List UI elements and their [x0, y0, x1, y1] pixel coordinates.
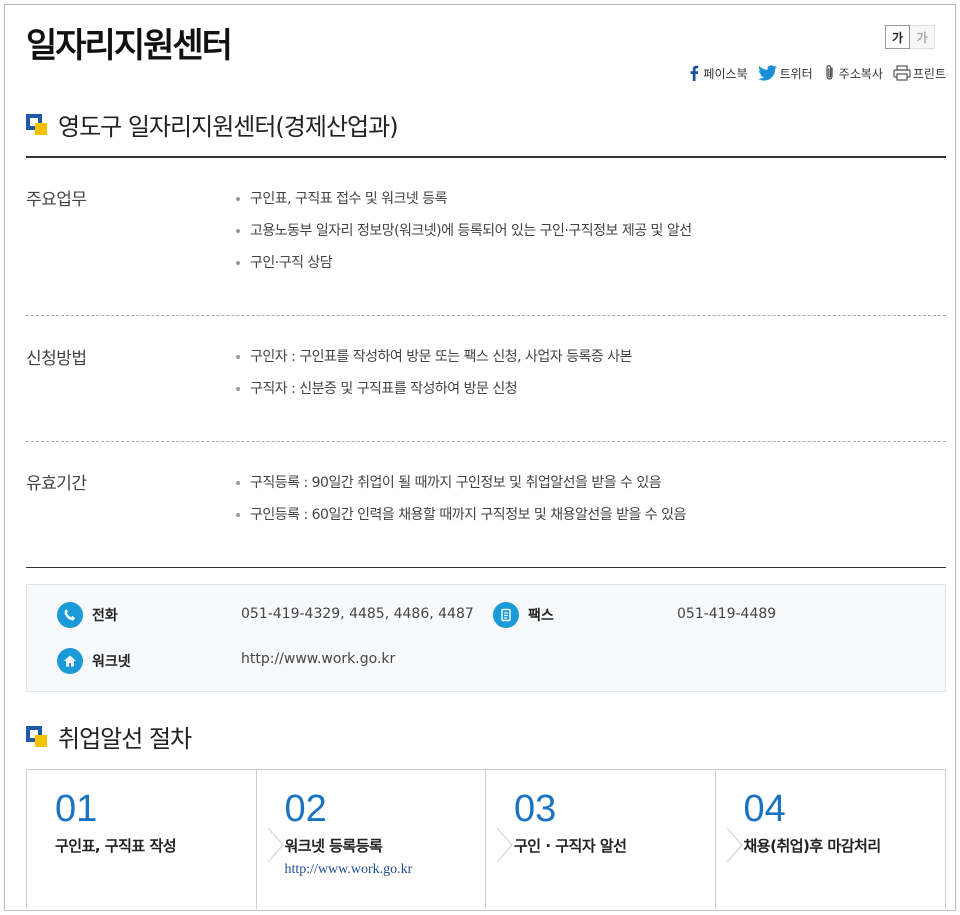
- fax-icon: [493, 602, 519, 628]
- section-marker-icon: [26, 725, 48, 748]
- step-number: 01: [55, 788, 98, 830]
- font-larger-button[interactable]: 가: [885, 25, 910, 49]
- process-step-1: 01 구인표, 구직표 작성: [27, 770, 284, 909]
- step-title: 구인표, 구직표 작성: [55, 837, 177, 855]
- twitter-icon: [757, 65, 777, 81]
- section-title-text: 영도구 일자리지원센터(경제산업과): [58, 113, 399, 141]
- main-duties-list: 구인표, 구직표 접수 및 워크넷 등록 고용노동부 일자리 정보망(워크넷)에…: [232, 187, 692, 283]
- share-bar: 페이스북 트위터 주소복사 프린트: [687, 64, 946, 82]
- share-print[interactable]: 프린트: [893, 65, 946, 82]
- list-item: 구인·구직 상담: [232, 251, 692, 283]
- phone-icon: [57, 602, 83, 628]
- section-marker-icon: [26, 113, 48, 136]
- share-print-label: 프린트: [912, 66, 946, 81]
- share-twitter-label: 트위터: [779, 66, 813, 81]
- validity-list: 구직등록 : 90일간 취업이 될 때까지 구인정보 및 취업알선을 받을 수 …: [232, 471, 686, 535]
- worknet-label: 워크넷: [92, 654, 131, 670]
- phone-value: 051-419-4329, 4485, 4486, 4487: [241, 606, 474, 622]
- step-number: 03: [514, 788, 557, 830]
- section-title-center: 영도구 일자리지원센터(경제산업과): [26, 107, 399, 142]
- share-facebook[interactable]: 페이스북: [687, 65, 748, 82]
- contact-fax: 팩스: [493, 602, 554, 628]
- dashed-divider: [26, 315, 946, 316]
- divider: [26, 567, 946, 568]
- contact-phone: 전화: [57, 602, 118, 628]
- fax-label: 팩스: [528, 608, 554, 624]
- fax-value: 051-419-4489: [677, 606, 777, 622]
- process-step-2: 02 워크넷 등록등록 http://www.work.go.kr: [257, 770, 513, 909]
- row-label-main-duties: 주요업무: [26, 190, 87, 210]
- page-title: 일자리지원센터: [26, 26, 233, 66]
- font-smaller-button[interactable]: 가: [910, 25, 935, 49]
- step-title: 채용(취업)후 마감처리: [743, 837, 882, 855]
- facebook-icon: [691, 65, 699, 81]
- worknet-step-link[interactable]: http://www.work.go.kr: [285, 862, 413, 878]
- step-number: 04: [743, 788, 786, 830]
- share-facebook-label: 페이스북: [703, 66, 748, 81]
- worknet-link[interactable]: http://www.work.go.kr: [241, 651, 395, 667]
- divider: [26, 156, 946, 158]
- step-number: 02: [284, 788, 327, 830]
- list-item: 구인표, 구직표 접수 및 워크넷 등록: [232, 187, 692, 219]
- paperclip-icon: [826, 65, 833, 80]
- row-label-application: 신청방법: [26, 349, 87, 369]
- section-title-text: 취업알선 절차: [58, 725, 192, 753]
- process-step-4: 04 채용(취업)후 마감처리: [716, 770, 946, 909]
- step-title: 워크넷 등록등록: [284, 837, 383, 855]
- share-copy-url[interactable]: 주소복사: [823, 64, 883, 82]
- list-item: 고용노동부 일자리 정보망(워크넷)에 등록되어 있는 구인·구직정보 제공 및…: [232, 219, 692, 251]
- list-item: 구인등록 : 60일간 인력을 채용할 때까지 구직정보 및 채용알선을 받을 …: [232, 503, 686, 535]
- phone-label: 전화: [92, 608, 118, 624]
- step-title: 구인 · 구직자 알선: [514, 837, 627, 855]
- contact-box: 전화 051-419-4329, 4485, 4486, 4487 팩스 051…: [26, 584, 946, 692]
- printer-icon: [893, 65, 911, 81]
- row-label-validity: 유효기간: [26, 474, 87, 494]
- section-title-process: 취업알선 절차: [26, 719, 192, 754]
- share-twitter[interactable]: 트위터: [757, 65, 813, 82]
- dashed-divider: [26, 441, 946, 442]
- contact-worknet: 워크넷: [57, 648, 131, 674]
- font-size-control: 가 가: [885, 25, 935, 49]
- application-list: 구인자 : 구인표를 작성하여 방문 또는 팩스 신청, 사업자 등록증 사본 …: [232, 345, 632, 409]
- list-item: 구직등록 : 90일간 취업이 될 때까지 구인정보 및 취업알선을 받을 수 …: [232, 471, 686, 503]
- home-icon: [57, 648, 83, 674]
- list-item: 구직자 : 신분증 및 구직표를 작성하여 방문 신청: [232, 377, 632, 409]
- process-step-3: 03 구인 · 구직자 알선: [486, 770, 743, 909]
- process-steps: 01 구인표, 구직표 작성 02 워크넷 등록등록 http://www.wo…: [26, 769, 946, 909]
- list-item: 구인자 : 구인표를 작성하여 방문 또는 팩스 신청, 사업자 등록증 사본: [232, 345, 632, 377]
- share-copy-url-label: 주소복사: [838, 66, 883, 81]
